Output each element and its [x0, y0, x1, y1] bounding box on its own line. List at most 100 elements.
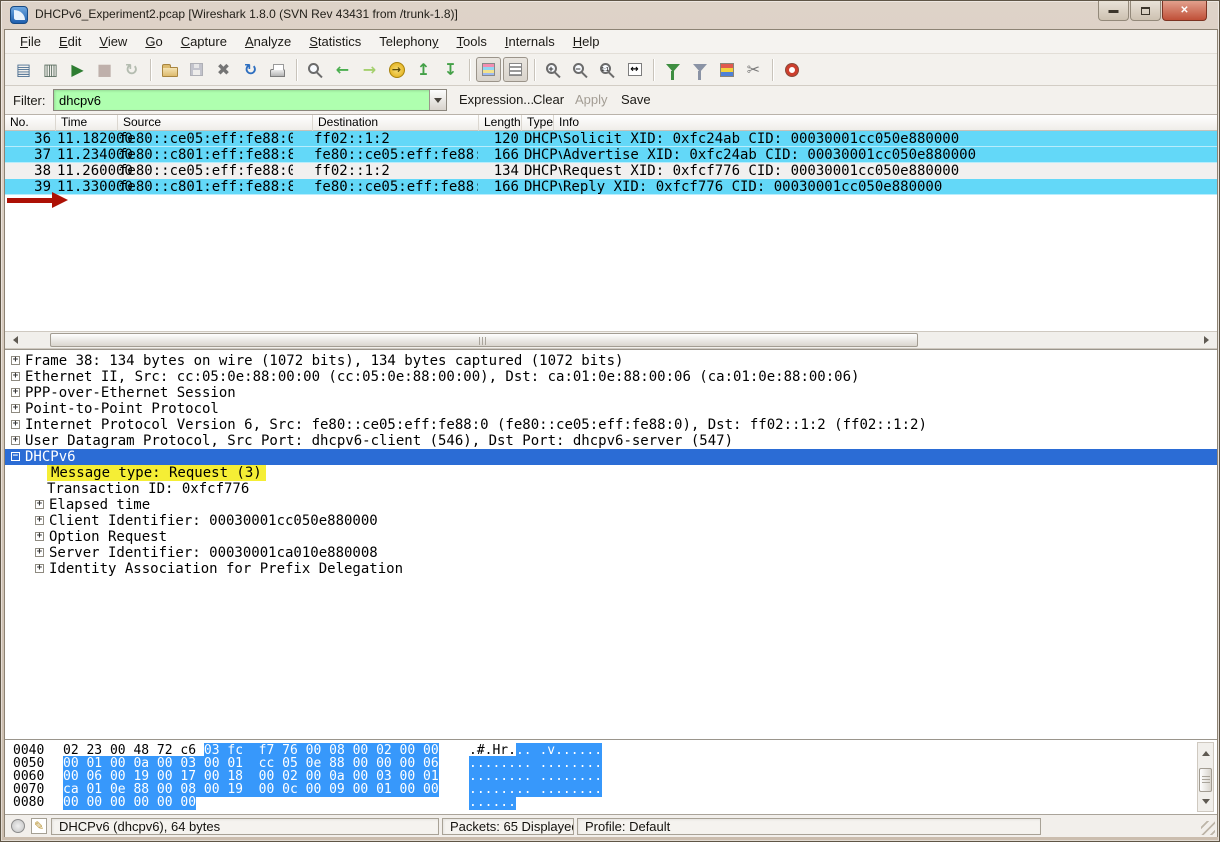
resize-grip[interactable]	[1201, 821, 1215, 835]
vertical-scrollbar[interactable]	[1197, 742, 1214, 812]
column-header-time[interactable]: Time	[55, 115, 117, 131]
detail-row[interactable]: +Point-to-Point Protocol	[5, 401, 1217, 417]
detail-row[interactable]: +User Datagram Protocol, Src Port: dhcpv…	[5, 433, 1217, 449]
menu-item-edit[interactable]: Edit	[50, 31, 90, 52]
hex-dump[interactable]: 004002 23 00 48 72 c6 03 fc f7 76 00 08 …	[5, 744, 1217, 809]
capture-stop-button[interactable]: ■	[92, 57, 117, 82]
clear-button[interactable]: Clear	[529, 90, 568, 109]
colorize-packets-button[interactable]	[476, 57, 501, 82]
reload-file-button[interactable]: ↻	[238, 57, 263, 82]
expand-icon[interactable]: +	[35, 500, 44, 509]
column-header-no[interactable]: No.	[5, 115, 55, 131]
display-filters-button[interactable]	[687, 57, 712, 82]
expression-button[interactable]: Expression...	[455, 90, 538, 109]
collapse-icon[interactable]: −	[11, 452, 20, 461]
detail-row[interactable]: +Ethernet II, Src: cc:05:0e:88:00:00 (cc…	[5, 369, 1217, 385]
filter-label-button[interactable]: Filter:	[13, 93, 46, 108]
save-file-button[interactable]	[184, 57, 209, 82]
horizontal-scrollbar[interactable]	[5, 331, 1217, 349]
detail-row[interactable]: +Option Request	[5, 529, 1217, 545]
packet-row[interactable]: 3611.182000fe80::ce05:eff:fe88:0ff02::1:…	[5, 131, 1217, 147]
open-file-button[interactable]	[157, 57, 182, 82]
resize-columns-button[interactable]: ↔	[622, 57, 647, 82]
capture-filters-button[interactable]	[660, 57, 685, 82]
detail-row[interactable]: +Frame 38: 134 bytes on wire (1072 bits)…	[5, 353, 1217, 369]
go-to-packet-button[interactable]: →	[384, 57, 409, 82]
scroll-up-button[interactable]	[1198, 744, 1213, 758]
zoom-in-button[interactable]	[541, 57, 566, 82]
auto-scroll-button[interactable]	[503, 57, 528, 82]
expand-icon[interactable]: +	[11, 388, 20, 397]
scroll-left-button[interactable]	[6, 333, 21, 347]
menu-item-capture[interactable]: Capture	[172, 31, 236, 52]
detail-row[interactable]: +Internet Protocol Version 6, Src: fe80:…	[5, 417, 1217, 433]
expand-icon[interactable]: +	[35, 548, 44, 557]
column-header-info[interactable]: Info	[553, 115, 1217, 131]
expand-icon[interactable]: +	[35, 532, 44, 541]
window-controls: ▬ ✕	[1097, 1, 1207, 22]
help-button[interactable]	[779, 57, 804, 82]
go-back-button[interactable]: ←	[330, 57, 355, 82]
filter-input[interactable]: dhcpv6	[53, 89, 447, 111]
expand-icon[interactable]: +	[11, 356, 20, 365]
close-file-button[interactable]: ✖	[211, 57, 236, 82]
menu-item-telephony[interactable]: Telephony	[370, 31, 447, 52]
packet-row[interactable]: 3711.234000fe80::c801:eff:fe88:8fe80::ce…	[5, 147, 1217, 163]
scroll-right-button[interactable]	[1201, 333, 1216, 347]
filter-dropdown-button[interactable]	[429, 90, 446, 110]
find-packet-button[interactable]	[303, 57, 328, 82]
save-filter-button[interactable]: Save	[617, 90, 655, 109]
capture-start-button[interactable]: ▶	[65, 57, 90, 82]
detail-row[interactable]: +Client Identifier: 00030001cc050e880000	[5, 513, 1217, 529]
preferences-button[interactable]: ✂	[741, 57, 766, 82]
menu-item-internals[interactable]: Internals	[496, 31, 564, 52]
capture-restart-button[interactable]: ↻	[119, 57, 144, 82]
close-button[interactable]: ✕	[1162, 1, 1207, 21]
status-profile[interactable]: Profile: Default	[577, 818, 1041, 835]
zoom-out-button[interactable]	[568, 57, 593, 82]
packet-row[interactable]: 3811.260000fe80::ce05:eff:fe88:0ff02::1:…	[5, 163, 1217, 179]
menu-item-view[interactable]: View	[90, 31, 136, 52]
menu-item-help[interactable]: Help	[564, 31, 609, 52]
detail-row[interactable]: +Server Identifier: 00030001ca010e880008	[5, 545, 1217, 561]
menu-item-file[interactable]: File	[11, 31, 50, 52]
detail-row[interactable]: +Elapsed time	[5, 497, 1217, 513]
expand-icon[interactable]: +	[11, 436, 20, 445]
expand-icon[interactable]: +	[11, 420, 20, 429]
packet-row[interactable]: 3911.330000fe80::c801:eff:fe88:8fe80::ce…	[5, 179, 1217, 195]
go-to-top-button[interactable]: ↥	[411, 57, 436, 82]
go-forward-button[interactable]: →	[357, 57, 382, 82]
hex-line[interactable]: 008000 00 00 00 00 00......	[5, 796, 1217, 809]
detail-row[interactable]: +Identity Association for Prefix Delegat…	[5, 561, 1217, 577]
detail-row[interactable]: Message type: Request (3)	[5, 465, 1217, 481]
menu-item-go[interactable]: Go	[136, 31, 171, 52]
expand-icon[interactable]: +	[11, 372, 20, 381]
apply-button[interactable]: Apply	[571, 90, 612, 109]
menu-item-analyze[interactable]: Analyze	[236, 31, 300, 52]
scrollbar-thumb[interactable]	[50, 333, 918, 347]
zoom-100-button[interactable]	[595, 57, 620, 82]
list-interfaces-button[interactable]: ▤	[11, 57, 36, 82]
go-to-bottom-button[interactable]: ↧	[438, 57, 463, 82]
detail-row[interactable]: −DHCPv6	[5, 449, 1217, 465]
expand-icon[interactable]: +	[35, 516, 44, 525]
detail-row[interactable]: +PPP-over-Ethernet Session	[5, 385, 1217, 401]
expand-icon[interactable]: +	[35, 564, 44, 573]
column-header-type[interactable]: Type	[521, 115, 553, 131]
scrollbar-thumb[interactable]	[1199, 768, 1212, 792]
capture-comment-icon[interactable]: ✎	[31, 818, 47, 834]
maximize-button[interactable]	[1130, 1, 1161, 21]
print-button[interactable]	[265, 57, 290, 82]
column-header-source[interactable]: Source	[117, 115, 312, 131]
expand-icon[interactable]: +	[11, 404, 20, 413]
detail-row[interactable]: Transaction ID: 0xfcf776	[5, 481, 1217, 497]
scroll-down-button[interactable]	[1198, 796, 1213, 810]
expert-info-icon[interactable]	[11, 819, 25, 833]
minimize-button[interactable]: ▬	[1098, 1, 1129, 21]
menu-item-tools[interactable]: Tools	[448, 31, 496, 52]
menu-item-statistics[interactable]: Statistics	[300, 31, 370, 52]
coloring-rules-button[interactable]	[714, 57, 739, 82]
column-header-destination[interactable]: Destination	[312, 115, 478, 131]
column-header-length[interactable]: Length	[478, 115, 521, 131]
capture-options-button[interactable]: ▥	[38, 57, 63, 82]
